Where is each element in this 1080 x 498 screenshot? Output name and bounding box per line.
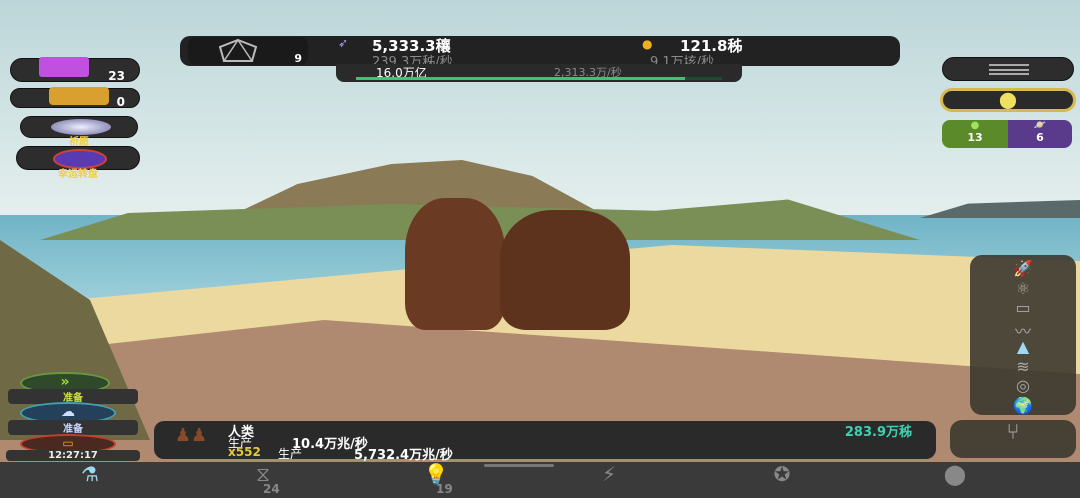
species-total: 283.9万秭: [844, 425, 912, 440]
gold-chest-icon: [49, 87, 109, 105]
wheel-button[interactable]: 幸运转盘: [16, 146, 140, 180]
human-female[interactable]: [500, 210, 630, 330]
cube-button[interactable]: 23: [10, 57, 140, 83]
chest-button[interactable]: 0: [10, 87, 140, 109]
waves-icon[interactable]: ≋: [970, 357, 1076, 376]
entropy-progress: [356, 77, 722, 80]
mushroom-icon: ⬤: [943, 462, 967, 486]
human-male[interactable]: [405, 198, 505, 330]
mountain-icon[interactable]: ▲: [970, 337, 1076, 356]
award-icon: ✪: [773, 462, 791, 486]
atom-icon[interactable]: ⚛: [970, 279, 1076, 298]
nav-badge: 19: [436, 482, 453, 496]
idea-bulb-icon: ●: [642, 37, 653, 51]
mushroom-button[interactable]: ⬤: [940, 88, 1076, 112]
green-species-button[interactable]: ● 13: [942, 120, 1008, 148]
lightning-icon: ⚡: [601, 462, 617, 486]
cell-icon[interactable]: ◎: [970, 376, 1076, 395]
drag-handle[interactable]: [484, 464, 554, 467]
nav-lightning[interactable]: ⚡: [554, 462, 664, 498]
wish-button[interactable]: 祈愿: [20, 116, 138, 148]
bottom-nav: ⚗ ⧖ 24 💡 19 ⚡ ✪ ⬤: [0, 462, 1080, 498]
level-badge: 9: [294, 52, 302, 65]
nav-badge: 24: [263, 482, 280, 496]
dna-icon: ➶: [338, 36, 349, 50]
rocket-icon[interactable]: 🚀: [970, 259, 1076, 278]
chest-count: 0: [116, 95, 125, 109]
wheel-label: 幸运转盘: [58, 169, 98, 180]
menu-button[interactable]: [942, 57, 1074, 81]
earth-icon[interactable]: 🌍: [970, 396, 1076, 415]
nav-mushroom[interactable]: ⬤: [900, 462, 1010, 498]
ghost-icon: ☁: [61, 404, 75, 420]
nav-flask[interactable]: ⚗: [35, 462, 145, 498]
battery-icon: ▭: [62, 436, 74, 450]
produce-label-2: 生产: [278, 447, 303, 461]
green-count: 13: [967, 131, 983, 144]
purple-count: 6: [1036, 131, 1044, 144]
timer-label: 12:27:17: [6, 450, 140, 461]
book-icon[interactable]: ▭: [970, 298, 1076, 317]
mushroom-icon: ⬤: [999, 90, 1017, 109]
species-card[interactable]: ♟♟ 人类 生产 10.4万兆/秒 x552 生产 5,732.4万兆/秒 28…: [154, 421, 936, 463]
human-portrait: ♟♟: [174, 425, 208, 446]
era-side-menu: 🚀 ⚛ ▭ 〰 ▲ ≋ ◎ 🌍: [970, 255, 1076, 415]
planet-icon: 🪐: [1033, 120, 1047, 131]
flask-icon: ⚗: [81, 462, 99, 486]
total-rate: 5,732.4万兆/秒: [354, 448, 453, 463]
purple-cube-icon: [39, 57, 89, 77]
d20-level-icon[interactable]: 9: [188, 37, 308, 65]
nav-lightbulb[interactable]: 💡 19: [381, 462, 491, 498]
hamburger-icon: [989, 64, 1029, 75]
cube-count: 23: [108, 69, 125, 83]
fast-forward-icon: »: [60, 374, 70, 390]
tree-button[interactable]: ⑂: [950, 420, 1076, 458]
purple-planet-button[interactable]: 🪐 6: [1008, 120, 1072, 148]
ghost-label: 准备: [8, 420, 138, 435]
evolution-tree-icon: ⑂: [1006, 420, 1020, 445]
nav-dna[interactable]: ⧖ 24: [208, 462, 318, 498]
green-creature-icon: ●: [970, 120, 980, 131]
resource-bar: 9 ➶ 5,333.3穰 239.3万秭/秒 ● 121.8秭 9.1万垓/秒: [180, 36, 900, 70]
nav-award[interactable]: ✪: [727, 462, 837, 498]
entropy-bar: 16.0万亿 2,313.3万/秒: [336, 64, 742, 82]
multiplier: x552: [228, 445, 261, 459]
